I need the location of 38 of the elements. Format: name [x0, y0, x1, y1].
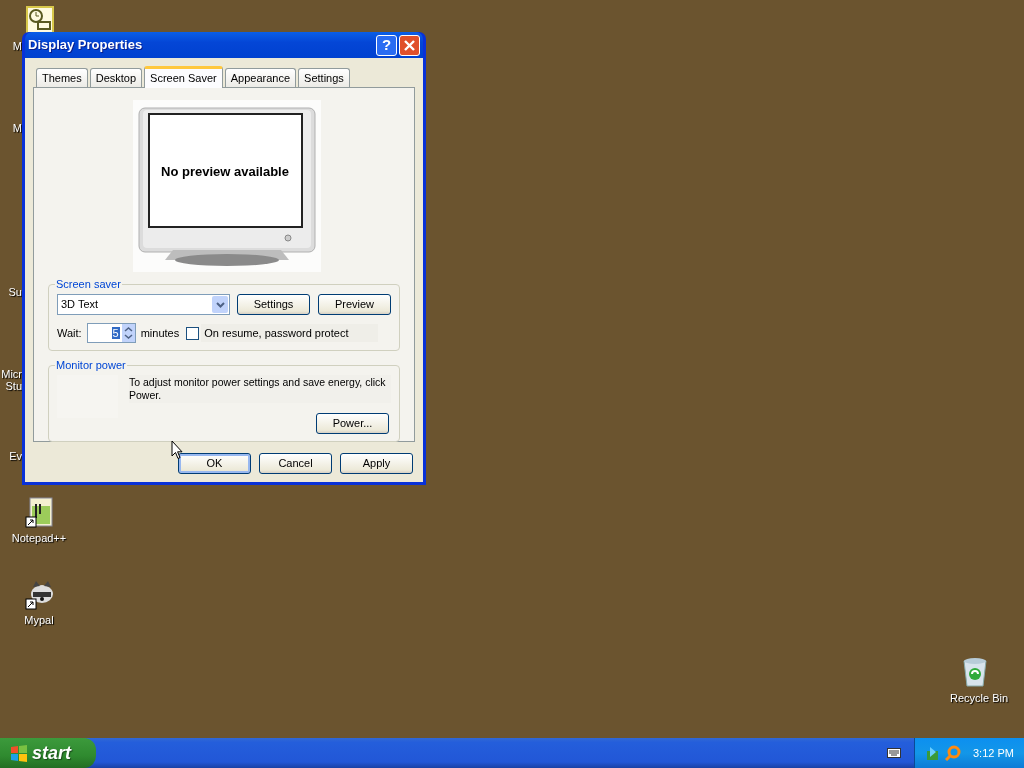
- group-label: Screen saver: [55, 278, 122, 290]
- notepad-icon[interactable]: [24, 496, 56, 528]
- checkbox-label[interactable]: On resume, password protect: [201, 323, 379, 343]
- icon-label[interactable]: M: [12, 40, 22, 52]
- icon-label[interactable]: Mypal: [0, 614, 78, 626]
- windows-logo-icon: [10, 744, 28, 762]
- button[interactable]: Apply: [340, 453, 413, 474]
- preview-message: No preview available: [160, 163, 290, 181]
- tab[interactable]: Desktop: [89, 68, 143, 87]
- close-icon: [403, 38, 416, 52]
- icon-label[interactable]: M: [12, 122, 22, 134]
- close-button[interactable]: [399, 34, 420, 56]
- button[interactable]: Preview: [318, 294, 391, 315]
- tab[interactable]: Settings: [298, 68, 350, 87]
- mouse-cursor-icon: [171, 440, 183, 460]
- icon-label[interactable]: Ev: [9, 450, 22, 462]
- tab[interactable]: Screen Saver: [144, 66, 223, 88]
- group-label: Monitor power: [55, 359, 127, 371]
- button[interactable]: OK: [178, 453, 251, 474]
- checkbox[interactable]: [186, 326, 200, 340]
- spin-field[interactable]: 5: [86, 323, 136, 343]
- dropdown[interactable]: 3D Text: [57, 294, 230, 315]
- button[interactable]: Settings: [237, 294, 310, 315]
- keyboard-icon[interactable]: [887, 748, 901, 758]
- wait-label: Wait:: [57, 325, 82, 341]
- power-button[interactable]: Power...: [316, 413, 389, 434]
- tab[interactable]: Appearance: [224, 68, 297, 87]
- button[interactable]: Cancel: [259, 453, 332, 474]
- window-title: Display Properties: [28, 36, 144, 55]
- icon-label[interactable]: Micr Stu: [1, 368, 22, 392]
- start-button[interactable]: start: [0, 738, 96, 768]
- minutes-label: minutes: [140, 325, 180, 341]
- help-button[interactable]: ?: [376, 34, 397, 56]
- icon-label[interactable]: Notepad++: [0, 532, 78, 544]
- clock-text: 3:12 PM: [973, 745, 1014, 761]
- icon-label[interactable]: Su: [8, 286, 22, 298]
- tab[interactable]: Themes: [36, 68, 88, 87]
- icon-label[interactable]: Recycle Bin: [940, 692, 1018, 704]
